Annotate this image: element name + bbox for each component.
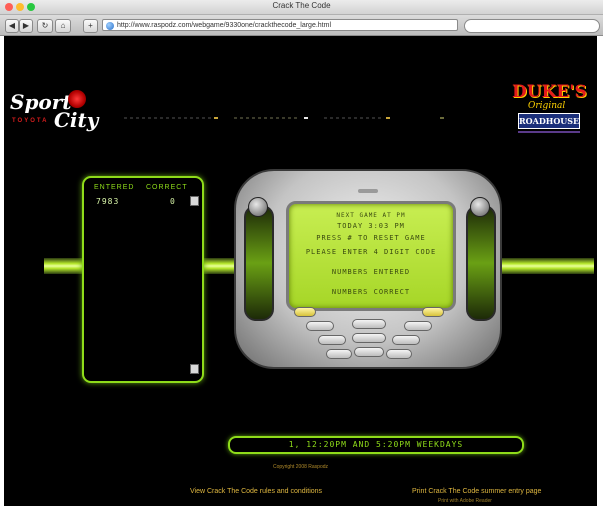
decorative-line <box>324 117 384 119</box>
phone-brand-mark <box>358 189 378 193</box>
right-green-bar <box>496 258 594 274</box>
address-bar[interactable]: http://www.raspodz.com/webgame/9330one/c… <box>102 19 458 31</box>
right-side-button[interactable] <box>470 197 490 217</box>
scroll-down-button[interactable] <box>190 364 199 374</box>
rules-link[interactable]: View Crack The Code rules and conditions <box>190 488 322 495</box>
dukes-name-text: DUKE'S <box>512 82 587 102</box>
screen-today-time: TODAY 3:03 PM <box>337 222 405 230</box>
browser-toolbar: ◀ ▶ ↻ ⌂ + http://www.raspodz.com/webgame… <box>0 15 603 36</box>
print-entry-link[interactable]: Print Crack The Code summer entry page <box>412 488 541 495</box>
dukes-tagline-bar <box>518 131 580 133</box>
keypad-key[interactable] <box>306 321 334 331</box>
keypad-key[interactable] <box>392 335 420 345</box>
back-button[interactable]: ◀ <box>5 19 19 33</box>
screen-numbers-correct: NUMBERS CORRECT <box>331 288 411 296</box>
left-side-grip <box>244 205 274 321</box>
decorative-dot <box>386 117 390 119</box>
add-bookmark-button[interactable]: + <box>83 19 98 33</box>
keypad-key[interactable] <box>294 307 316 317</box>
phone-device: NEXT GAME AT PM TODAY 3:03 PM PRESS # TO… <box>234 169 502 369</box>
home-button[interactable]: ⌂ <box>55 19 71 33</box>
logo-toyota-text: TOYOTA <box>12 118 49 124</box>
keypad-key[interactable] <box>352 333 386 343</box>
entered-header: ENTERED <box>94 184 135 191</box>
copyright-text: Copyright 2008 Raspodz <box>272 464 329 470</box>
decorative-dot <box>440 117 444 119</box>
decorative-line <box>124 117 214 119</box>
keypad-key[interactable] <box>326 349 352 359</box>
dukes-roadhouse-text: ROADHOUSE <box>518 113 580 129</box>
forward-button[interactable]: ▶ <box>19 19 33 33</box>
correct-header: CORRECT <box>146 184 188 191</box>
logo-city-text: City <box>54 108 99 132</box>
window-title: Crack The Code <box>272 1 331 10</box>
screen-enter-code-prompt: PLEASE ENTER 4 DIGIT CODE <box>305 248 437 256</box>
address-text: http://www.raspodz.com/webgame/9330one/c… <box>117 22 332 29</box>
keypad-key[interactable] <box>386 349 412 359</box>
keypad-key[interactable] <box>354 347 384 357</box>
print-sub-link[interactable]: Print with Adobe Reader <box>438 498 492 504</box>
correct-value: 0 <box>170 197 176 206</box>
keypad-key[interactable] <box>318 335 346 345</box>
sport-city-toyota-logo[interactable]: Sport City TOYOTA <box>10 88 102 132</box>
reload-button[interactable]: ↻ <box>37 19 53 33</box>
window-titlebar: Crack The Code <box>0 0 603 15</box>
keypad-key[interactable] <box>352 319 386 329</box>
search-input[interactable] <box>464 19 600 33</box>
left-side-button[interactable] <box>248 197 268 217</box>
keypad-key[interactable] <box>422 307 444 317</box>
right-side-grip <box>466 205 496 321</box>
screen-reset-instruction: PRESS # TO RESET GAME <box>316 234 426 242</box>
decorative-dot <box>214 117 218 119</box>
red-star-icon <box>68 90 86 108</box>
phone-screen: NEXT GAME AT PM TODAY 3:03 PM PRESS # TO… <box>286 201 456 311</box>
screen-numbers-entered: NUMBERS ENTERED <box>331 268 411 276</box>
page-content: Sport City TOYOTA DUKE'S Original ROADHO… <box>4 36 597 506</box>
dukes-roadhouse-logo[interactable]: DUKE'S Original ROADHOUSE <box>508 82 590 138</box>
globe-icon <box>106 22 114 30</box>
game-hours-banner: 1, 12:20PM AND 5:20PM WEEKDAYS <box>228 436 524 454</box>
decorative-dot <box>304 117 308 119</box>
entries-panel: ENTERED CORRECT 7983 0 <box>82 176 204 383</box>
dukes-original-text: Original <box>528 101 566 111</box>
decorative-line <box>234 117 300 119</box>
entered-value: 7983 <box>96 197 120 206</box>
scroll-up-button[interactable] <box>190 196 199 206</box>
keypad-key[interactable] <box>404 321 432 331</box>
screen-next-game: NEXT GAME AT PM <box>336 212 406 219</box>
